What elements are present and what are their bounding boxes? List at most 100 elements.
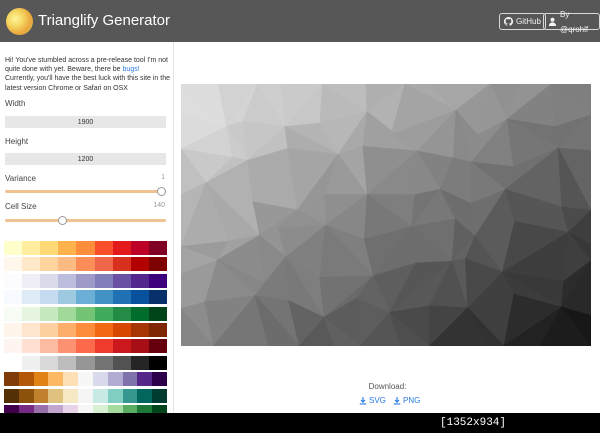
palette-swatch — [112, 306, 131, 321]
palette-swatch — [152, 404, 167, 413]
palette-swatch — [4, 257, 23, 272]
palette-swatch — [148, 339, 167, 354]
width-input[interactable] — [5, 116, 166, 128]
palette-swatch — [94, 257, 113, 272]
palette-swatch — [58, 322, 77, 337]
github-label: GitHub — [516, 17, 541, 26]
palette-option[interactable] — [4, 355, 167, 370]
palette-swatch — [58, 241, 77, 255]
variance-slider-thumb[interactable] — [157, 187, 166, 196]
palette-swatch — [78, 388, 93, 403]
palette-swatch — [76, 322, 95, 337]
palette-swatch — [112, 355, 131, 370]
github-button[interactable]: GitHub — [499, 13, 546, 30]
palette-swatch — [22, 257, 41, 272]
palette-swatch — [58, 306, 77, 321]
download-png-link[interactable]: PNG — [393, 396, 420, 405]
palette-swatch — [137, 388, 153, 403]
intro-text: Hi! You've stumbled across a pre-release… — [5, 57, 171, 92]
palette-swatch — [58, 290, 77, 305]
palette-option[interactable] — [4, 388, 167, 403]
palette-swatch — [107, 388, 123, 403]
palette-swatch — [22, 339, 41, 354]
palette-swatch — [152, 388, 167, 403]
palette-option[interactable] — [4, 372, 167, 387]
palette-option[interactable] — [4, 404, 167, 413]
palette-swatch — [112, 257, 131, 272]
author-label: By @qrohlf — [560, 9, 589, 34]
app-window: Trianglify Generator GitHub By @qrohlf H… — [0, 0, 600, 413]
palette-swatch — [48, 372, 64, 387]
palette-swatch — [148, 273, 167, 288]
palette-swatch — [4, 273, 23, 288]
palette-swatch — [40, 257, 59, 272]
palette-swatch — [76, 339, 95, 354]
palette-swatch — [148, 257, 167, 272]
palette-swatch — [33, 388, 49, 403]
palette-option[interactable] — [4, 257, 167, 272]
height-input[interactable] — [5, 153, 166, 165]
palette-swatch — [58, 339, 77, 354]
palette-swatch — [40, 273, 59, 288]
palette-swatch — [112, 241, 131, 255]
palette-swatch — [4, 404, 19, 413]
palette-swatch — [130, 322, 149, 337]
top-bar: Trianglify Generator GitHub By @qrohlf — [0, 0, 600, 42]
palette-swatch — [148, 355, 167, 370]
palette-swatch — [148, 306, 167, 321]
color-palette-list — [4, 241, 167, 413]
palette-swatch — [40, 339, 59, 354]
palette-option[interactable] — [4, 290, 167, 305]
palette-swatch — [94, 306, 113, 321]
palette-swatch — [78, 404, 93, 413]
download-icon — [393, 396, 401, 404]
variance-slider[interactable] — [5, 187, 166, 196]
palette-swatch — [58, 257, 77, 272]
palette-swatch — [40, 355, 59, 370]
palette-swatch — [40, 322, 59, 337]
palette-swatch — [130, 273, 149, 288]
palette-swatch — [76, 257, 95, 272]
palette-swatch — [137, 404, 153, 413]
palette-swatch — [76, 290, 95, 305]
cell-size-value: 140 — [153, 202, 165, 209]
palette-swatch — [130, 339, 149, 354]
palette-swatch — [107, 404, 123, 413]
palette-swatch — [40, 290, 59, 305]
width-label: Width — [5, 99, 26, 108]
cell-size-slider[interactable] — [5, 216, 166, 225]
palette-swatch — [92, 404, 108, 413]
settings-sidebar: Hi! You've stumbled across a pre-release… — [0, 42, 174, 413]
palette-swatch — [22, 273, 41, 288]
github-icon — [504, 17, 513, 26]
palette-swatch — [18, 404, 34, 413]
download-svg-link[interactable]: SVG — [359, 396, 386, 405]
palette-option[interactable] — [4, 339, 167, 354]
palette-swatch — [4, 388, 19, 403]
palette-swatch — [137, 372, 153, 387]
palette-swatch — [112, 339, 131, 354]
palette-swatch — [122, 404, 138, 413]
palette-option[interactable] — [4, 273, 167, 288]
palette-swatch — [76, 306, 95, 321]
cell-size-slider-thumb[interactable] — [58, 216, 68, 225]
palette-swatch — [148, 322, 167, 337]
palette-option[interactable] — [4, 306, 167, 321]
trianglify-preview — [181, 84, 591, 346]
palette-swatch — [4, 290, 23, 305]
variance-label: Variance — [5, 174, 36, 183]
palette-swatch — [18, 372, 34, 387]
palette-swatch — [4, 355, 23, 370]
palette-option[interactable] — [4, 241, 167, 255]
palette-swatch — [76, 273, 95, 288]
palette-swatch — [94, 322, 113, 337]
palette-option[interactable] — [4, 322, 167, 337]
palette-swatch — [130, 257, 149, 272]
author-button[interactable]: By @qrohlf — [543, 10, 600, 34]
palette-swatch — [48, 404, 64, 413]
palette-swatch — [94, 355, 113, 370]
palette-swatch — [92, 388, 108, 403]
screenshot-caption: [1352x934] https://upic.me/ — [440, 417, 507, 429]
palette-swatch — [40, 306, 59, 321]
bugs-link[interactable]: bugs! — [123, 66, 140, 73]
